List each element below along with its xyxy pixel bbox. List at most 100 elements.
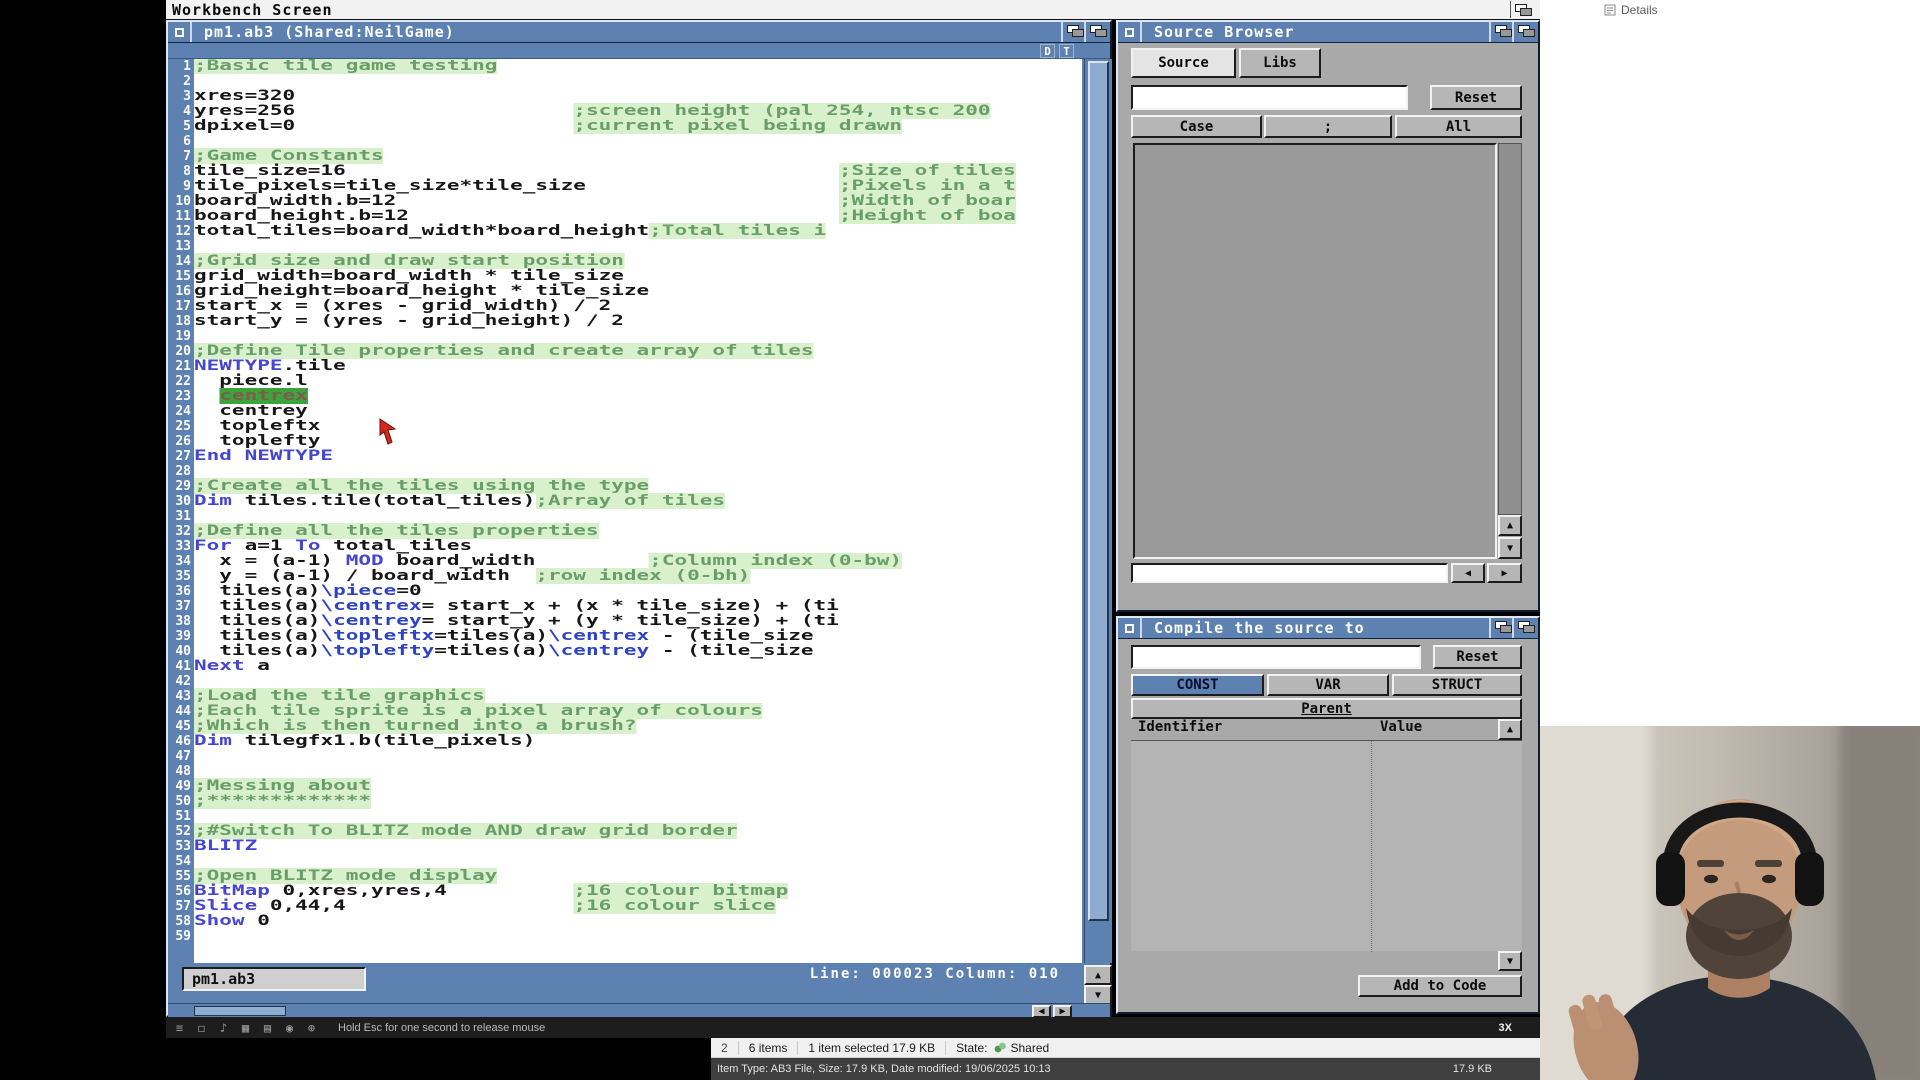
list-scroll-up-button[interactable]: ▲: [1498, 515, 1522, 536]
folder-icon[interactable]: ▤: [259, 1021, 276, 1035]
scroll-up-button[interactable]: ▲: [1084, 965, 1112, 985]
code-line[interactable]: 58Show 0: [170, 914, 1082, 929]
code-line[interactable]: 45;Which is then turned into a brush?: [170, 719, 1082, 734]
code-line[interactable]: 37 tiles(a)\centrex= start_x + (x * tile…: [170, 599, 1082, 614]
code-line[interactable]: 42: [170, 674, 1082, 689]
code-line[interactable]: 11board_height.b=12 ;Height of boa: [170, 209, 1082, 224]
horizontal-scroll-thumb[interactable]: [194, 1006, 286, 1016]
code-line[interactable]: 18start_y = (yres - grid_height) / 2: [170, 314, 1082, 329]
identifier-list[interactable]: [1131, 740, 1522, 951]
depth-gadget-icon[interactable]: [1512, 618, 1535, 638]
reset-button[interactable]: Reset: [1430, 85, 1522, 110]
compile-input[interactable]: [1131, 645, 1421, 669]
list-vertical-scrollbar[interactable]: [1498, 143, 1522, 515]
source-browser-titlebar[interactable]: Source Browser: [1118, 22, 1538, 43]
code-line[interactable]: 1;Basic tile game testing: [170, 59, 1082, 74]
code-line[interactable]: 59: [170, 929, 1082, 944]
symbol-list[interactable]: [1133, 143, 1497, 559]
audio-icon[interactable]: ♪: [215, 1021, 232, 1035]
editor-titlebar[interactable]: pm1.ab3 (Shared:NeilGame): [168, 22, 1110, 43]
code-line[interactable]: 52;#Switch To BLITZ mode AND draw grid b…: [170, 824, 1082, 839]
add-to-code-button[interactable]: Add to Code: [1358, 975, 1522, 997]
code-line[interactable]: 46Dim tilegfx1.b(tile_pixels): [170, 734, 1082, 749]
zoom-gadget-icon[interactable]: [1489, 22, 1512, 42]
zoom-gadget-icon[interactable]: [1489, 618, 1512, 638]
code-line[interactable]: 27End NEWTYPE: [170, 449, 1082, 464]
code-line[interactable]: 10board_width.b=12 ;Width of boar: [170, 194, 1082, 209]
code-line[interactable]: 49;Messing about: [170, 779, 1082, 794]
code-line[interactable]: 39 tiles(a)\topleftx=tiles(a)\centrex - …: [170, 629, 1082, 644]
code-line[interactable]: 24 centrey: [170, 404, 1082, 419]
code-line[interactable]: 44;Each tile sprite is a pixel array of …: [170, 704, 1082, 719]
display-icon[interactable]: ◻: [193, 1021, 210, 1035]
filter-semicolon-button[interactable]: ;: [1264, 115, 1392, 138]
code-line[interactable]: 5dpixel=0 ;current pixel being drawn: [170, 119, 1082, 134]
code-line[interactable]: 7;Game Constants: [170, 149, 1082, 164]
code-line[interactable]: 54: [170, 854, 1082, 869]
tab-libs[interactable]: Libs: [1239, 48, 1321, 78]
code-line[interactable]: 20;Define Tile properties and create arr…: [170, 344, 1082, 359]
settings-icon[interactable]: ⊕: [303, 1021, 320, 1035]
code-line[interactable]: 31: [170, 509, 1082, 524]
code-line[interactable]: 14;Grid size and draw start position: [170, 254, 1082, 269]
floppy-icon[interactable]: ▦: [237, 1021, 254, 1035]
camera-icon[interactable]: ◉: [281, 1021, 298, 1035]
code-line[interactable]: 3xres=320: [170, 89, 1082, 104]
code-line[interactable]: 22 piece.l: [170, 374, 1082, 389]
identifier-scroll-down-button[interactable]: ▼: [1498, 951, 1522, 971]
code-line[interactable]: 40 tiles(a)\toplefty=tiles(a)\centrey - …: [170, 644, 1082, 659]
code-line[interactable]: 17start_x = (xres - grid_width) / 2: [170, 299, 1082, 314]
search-input[interactable]: [1131, 85, 1408, 110]
entry-left-button[interactable]: ◀: [1451, 563, 1485, 583]
code-line[interactable]: 51: [170, 809, 1082, 824]
parent-button[interactable]: Parent: [1131, 698, 1522, 719]
code-line[interactable]: 2: [170, 74, 1082, 89]
code-line[interactable]: 12total_tiles=board_width*board_height;T…: [170, 224, 1082, 239]
code-line[interactable]: 35 y = (a-1) / board_width ;row index (0…: [170, 569, 1082, 584]
workbench-titlebar[interactable]: Workbench Screen: [166, 0, 1540, 20]
tab-source[interactable]: Source: [1131, 48, 1236, 78]
tab-const[interactable]: CONST: [1131, 674, 1264, 696]
code-line[interactable]: 8tile_size=16 ;Size of tiles: [170, 164, 1082, 179]
code-line[interactable]: 56BitMap 0,xres,yres,4 ;16 colour bitmap: [170, 884, 1082, 899]
code-line[interactable]: 4yres=256 ;screen height (pal 254, ntsc …: [170, 104, 1082, 119]
code-line[interactable]: 41Next a: [170, 659, 1082, 674]
code-line[interactable]: 16grid_height=board_height * tile_size: [170, 284, 1082, 299]
debug-toggle-button[interactable]: D: [1040, 44, 1055, 58]
code-line[interactable]: 32;Define all the tiles properties: [170, 524, 1082, 539]
zoom-gadget-icon[interactable]: [1061, 22, 1084, 42]
code-line[interactable]: 53BLITZ: [170, 839, 1082, 854]
code-line[interactable]: 47: [170, 749, 1082, 764]
depth-gadget-icon[interactable]: [1512, 22, 1535, 42]
close-gadget-icon[interactable]: [168, 22, 192, 42]
filter-all-button[interactable]: All: [1395, 115, 1522, 138]
tab-var[interactable]: VAR: [1267, 674, 1389, 696]
code-line[interactable]: 9tile_pixels=tile_size*tile_size ;Pixels…: [170, 179, 1082, 194]
code-line[interactable]: 13: [170, 239, 1082, 254]
entry-right-button[interactable]: ▶: [1487, 563, 1522, 583]
browser-entry-field[interactable]: [1131, 563, 1448, 583]
code-line[interactable]: 23 centrex: [170, 389, 1082, 404]
compile-titlebar[interactable]: Compile the source to: [1118, 618, 1538, 639]
code-line[interactable]: 36 tiles(a)\piece=0: [170, 584, 1082, 599]
vertical-scroll-thumb[interactable]: [1088, 61, 1109, 921]
code-line[interactable]: 30Dim tiles.tile(total_tiles);Array of t…: [170, 494, 1082, 509]
close-gadget-icon[interactable]: [1118, 22, 1142, 42]
list-scroll-down-button[interactable]: ▼: [1498, 537, 1522, 559]
code-line[interactable]: 19: [170, 329, 1082, 344]
code-line[interactable]: 6: [170, 134, 1082, 149]
code-line[interactable]: 34 x = (a-1) MOD board_width ;Column ind…: [170, 554, 1082, 569]
trace-toggle-button[interactable]: T: [1059, 44, 1074, 58]
compile-reset-button[interactable]: Reset: [1433, 645, 1522, 669]
code-line[interactable]: 33For a=1 To total_tiles: [170, 539, 1082, 554]
code-line[interactable]: 50;*************: [170, 794, 1082, 809]
code-line[interactable]: 48: [170, 764, 1082, 779]
scroll-down-button[interactable]: ▼: [1084, 985, 1112, 1005]
screen-depth-gadget-icon[interactable]: [1510, 1, 1536, 18]
code-line[interactable]: 38 tiles(a)\centrey= start_y + (y * tile…: [170, 614, 1082, 629]
code-line[interactable]: 26 toplefty: [170, 434, 1082, 449]
code-area[interactable]: 1;Basic tile game testing23xres=3204yres…: [170, 59, 1082, 963]
code-line[interactable]: 43;Load the tile graphics: [170, 689, 1082, 704]
close-gadget-icon[interactable]: [1118, 618, 1142, 638]
editor-vertical-scrollbar[interactable]: [1084, 59, 1112, 963]
